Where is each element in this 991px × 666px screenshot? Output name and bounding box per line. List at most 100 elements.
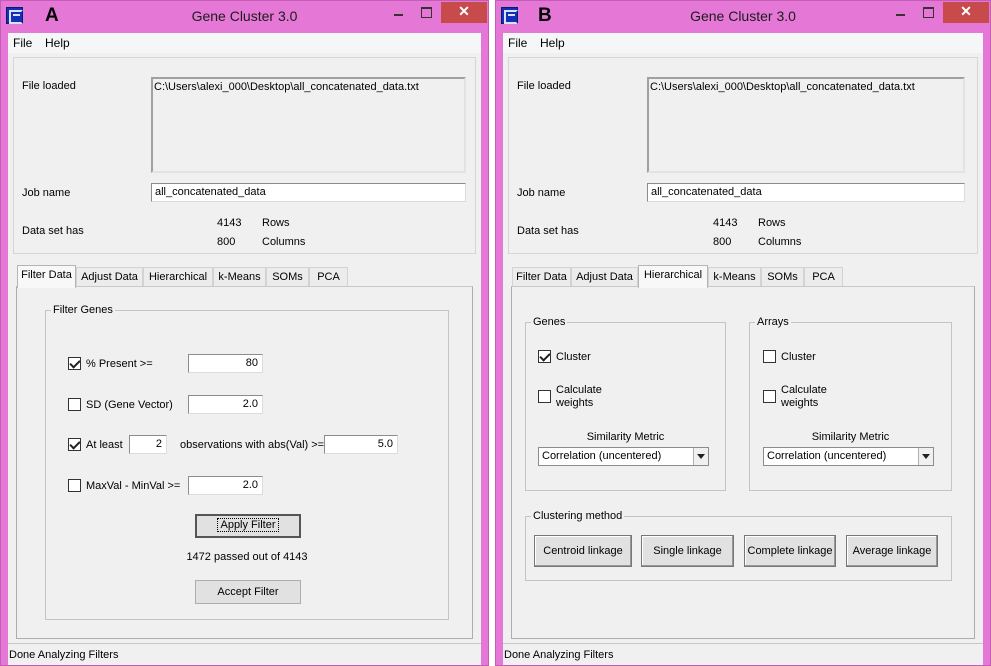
filter-data-panel: Filter Genes % Present >= 80 SD (Gene Ve…	[16, 286, 473, 639]
arrays-weights-label-1: Calculate	[781, 384, 827, 396]
tab-adjust-data[interactable]: Adjust Data	[76, 267, 143, 287]
job-name-input[interactable]: all_concatenated_data	[647, 183, 965, 202]
rows-count: 4143	[217, 217, 242, 229]
job-name-input[interactable]: all_concatenated_data	[151, 183, 466, 202]
columns-count: 800	[713, 236, 732, 248]
maximize-icon[interactable]	[915, 2, 941, 23]
percent-present-input[interactable]: 80	[188, 354, 263, 373]
genes-weights-label-2: weights	[556, 397, 594, 409]
tab-filter-data[interactable]: Filter Data	[17, 265, 76, 288]
accept-filter-button[interactable]: Accept Filter	[195, 580, 301, 604]
window-b: B Gene Cluster 3.0 ✕ File Help File load…	[495, 0, 991, 666]
arrays-weights-checkbox[interactable]	[763, 390, 776, 403]
tab-k-means[interactable]: k-Means	[708, 267, 761, 287]
arrays-metric-label: Similarity Metric	[811, 431, 890, 443]
apply-filter-label: Apply Filter	[217, 518, 279, 532]
data-set-label: Data set has	[22, 225, 84, 237]
arrays-cluster-label: Cluster	[781, 351, 816, 363]
sd-checkbox[interactable]	[68, 398, 81, 411]
maxmin-label: MaxVal - MinVal >=	[86, 480, 181, 492]
apply-filter-button[interactable]: Apply Filter	[195, 514, 301, 538]
menu-file[interactable]: File	[13, 36, 32, 50]
file-path-box[interactable]: C:\Users\alexi_000\Desktop\all_concatena…	[647, 77, 965, 173]
file-loaded-label: File loaded	[517, 80, 571, 92]
tab-hierarchical[interactable]: Hierarchical	[638, 265, 708, 288]
menu-bar: File Help	[8, 33, 481, 53]
clustering-method-legend: Clustering method	[533, 510, 623, 522]
file-path-box[interactable]: C:\Users\alexi_000\Desktop\all_concatena…	[151, 77, 466, 173]
average-linkage-button[interactable]: Average linkage	[846, 535, 938, 567]
hierarchical-panel: Genes Cluster Calculate weights Similari…	[511, 286, 975, 639]
percent-present-checkbox[interactable]	[68, 357, 81, 370]
file-info-box: File loaded C:\Users\alexi_000\Desktop\a…	[508, 57, 978, 254]
data-set-label: Data set has	[517, 225, 579, 237]
client-area: File Help File loaded C:\Users\alexi_000…	[503, 33, 983, 665]
columns-label: Columns	[262, 236, 306, 248]
genes-metric-value: Correlation (uncentered)	[542, 450, 662, 462]
filter-genes-legend: Filter Genes	[53, 304, 113, 316]
sd-label: SD (Gene Vector)	[86, 399, 173, 411]
centroid-linkage-button[interactable]: Centroid linkage	[534, 535, 632, 567]
tab-filter-data[interactable]: Filter Data	[512, 267, 571, 287]
genes-weights-label-1: Calculate	[556, 384, 602, 396]
maximize-icon[interactable]	[413, 2, 439, 23]
complete-linkage-button[interactable]: Complete linkage	[744, 535, 836, 567]
minimize-icon[interactable]	[887, 2, 913, 23]
chevron-down-icon[interactable]	[918, 448, 933, 465]
tab-pca[interactable]: PCA	[309, 267, 348, 287]
tab-k-means[interactable]: k-Means	[213, 267, 266, 287]
genes-legend: Genes	[533, 316, 566, 328]
sd-input[interactable]: 2.0	[188, 395, 263, 414]
abs-val-input[interactable]: 5.0	[324, 435, 398, 454]
minimize-icon[interactable]	[385, 2, 411, 23]
close-icon[interactable]: ✕	[441, 2, 487, 23]
at-least-label: At least	[86, 439, 123, 451]
status-text: Done Analyzing Filters	[504, 649, 614, 661]
rows-label: Rows	[758, 217, 786, 229]
close-icon[interactable]: ✕	[943, 2, 989, 23]
status-bar: Done Analyzing Filters	[8, 643, 481, 665]
genes-metric-select[interactable]: Correlation (uncentered)	[538, 447, 709, 466]
rows-label: Rows	[262, 217, 290, 229]
tab-adjust-data[interactable]: Adjust Data	[571, 267, 638, 287]
menu-bar: File Help	[503, 33, 983, 53]
tab-strip: Filter Data Adjust Data Hierarchical k-M…	[511, 265, 975, 288]
status-bar: Done Analyzing Filters	[503, 643, 983, 665]
chevron-down-icon[interactable]	[693, 448, 708, 465]
genes-metric-label: Similarity Metric	[586, 431, 665, 443]
arrays-weights-label-2: weights	[781, 397, 819, 409]
genes-cluster-checkbox[interactable]	[538, 350, 551, 363]
arrays-metric-select[interactable]: Correlation (uncentered)	[763, 447, 934, 466]
title-bar[interactable]: B Gene Cluster 3.0 ✕	[496, 1, 990, 33]
filter-result-text: 1472 passed out of 4143	[186, 551, 308, 563]
tab-soms[interactable]: SOMs	[761, 267, 804, 287]
job-name-label: Job name	[517, 187, 566, 199]
job-name-label: Job name	[22, 187, 71, 199]
genes-weights-checkbox[interactable]	[538, 390, 551, 403]
tab-pca[interactable]: PCA	[804, 267, 843, 287]
file-loaded-label: File loaded	[22, 80, 76, 92]
status-text: Done Analyzing Filters	[9, 649, 119, 661]
arrays-cluster-checkbox[interactable]	[763, 350, 776, 363]
columns-label: Columns	[758, 236, 802, 248]
tab-strip: Filter Data Adjust Data Hierarchical k-M…	[16, 265, 473, 288]
filter-genes-group: Filter Genes	[45, 304, 449, 620]
title-bar[interactable]: A Gene Cluster 3.0 ✕	[1, 1, 488, 33]
single-linkage-button[interactable]: Single linkage	[641, 535, 734, 567]
genes-cluster-label: Cluster	[556, 351, 591, 363]
file-info-box: File loaded C:\Users\alexi_000\Desktop\a…	[13, 57, 476, 254]
maxmin-checkbox[interactable]	[68, 479, 81, 492]
at-least-checkbox[interactable]	[68, 438, 81, 451]
menu-help[interactable]: Help	[540, 36, 565, 50]
arrays-legend: Arrays	[757, 316, 789, 328]
at-least-count-input[interactable]: 2	[129, 435, 167, 454]
tab-soms[interactable]: SOMs	[266, 267, 309, 287]
client-area: File Help File loaded C:\Users\alexi_000…	[8, 33, 481, 665]
window-a: A Gene Cluster 3.0 ✕ File Help File load…	[0, 0, 489, 666]
arrays-metric-value: Correlation (uncentered)	[767, 450, 887, 462]
menu-help[interactable]: Help	[45, 36, 70, 50]
rows-count: 4143	[713, 217, 738, 229]
maxmin-input[interactable]: 2.0	[188, 476, 263, 495]
tab-hierarchical[interactable]: Hierarchical	[143, 267, 213, 287]
menu-file[interactable]: File	[508, 36, 527, 50]
